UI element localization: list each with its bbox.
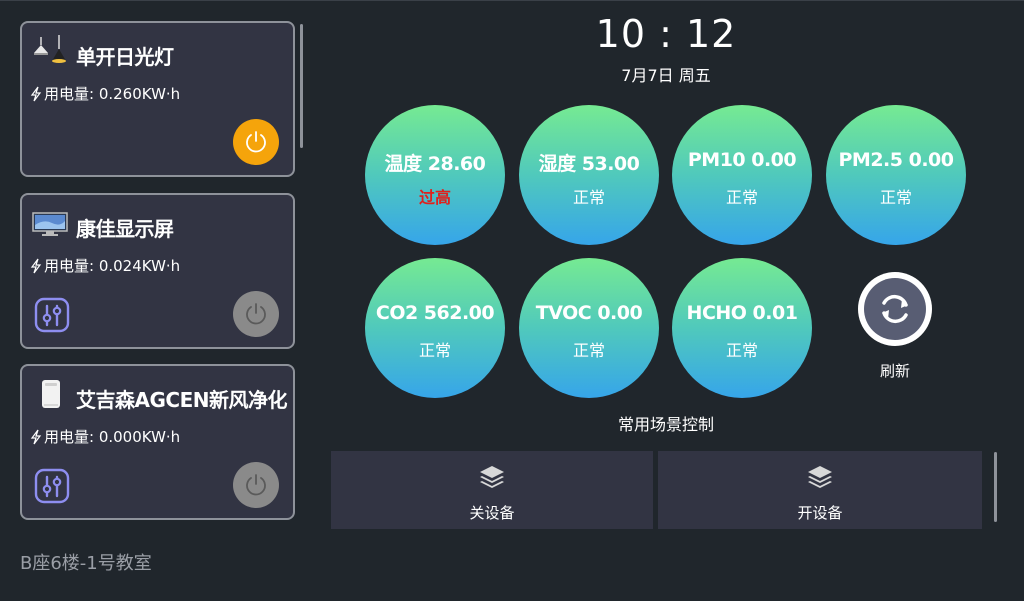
power-icon (246, 303, 266, 325)
sensor-label: PM2.5 0.00 (838, 149, 954, 171)
sensor-label: TVOC 0.00 (535, 302, 643, 324)
device-card-light[interactable]: 单开日光灯 用电量: 0.260KW·h (20, 21, 295, 177)
sensor-status: 正常 (572, 341, 605, 360)
layers-icon (480, 466, 504, 488)
power-icon (246, 131, 266, 153)
power-toggle-button[interactable] (233, 462, 279, 508)
power-usage-value: 用电量: 0.260KW·h (44, 85, 181, 103)
sensor-co2: CO2 562.00 正常 (365, 258, 505, 398)
scene-control-title: 常用场景控制 (617, 415, 714, 434)
scene-button-on-devices[interactable]: 开设备 (658, 451, 982, 529)
sensor-status: 过高 (418, 188, 451, 207)
device-name: 艾吉森AGCEN新风净化 (76, 388, 287, 412)
sensor-label: HCHO 0.01 (686, 302, 798, 324)
device-card-monitor[interactable]: 康佳显示屏 用电量: 0.024KW·h (20, 193, 295, 349)
device-list-scrollbar[interactable] (300, 24, 303, 148)
scene-button-label: 关设备 (469, 504, 515, 522)
device-name: 单开日光灯 (76, 45, 174, 69)
power-usage-value: 用电量: 0.024KW·h (44, 257, 181, 275)
power-usage: 用电量: 0.260KW·h (30, 83, 180, 104)
sensor-label: CO2 562.00 (375, 302, 495, 324)
monitor-icon (32, 212, 68, 236)
sensor-pm10: PM10 0.00 正常 (672, 105, 812, 245)
scene-button-label: 开设备 (797, 504, 843, 522)
clock-date: 7月7日 周五 (621, 66, 711, 85)
power-toggle-button[interactable] (233, 119, 279, 165)
sensor-status: 正常 (725, 341, 758, 360)
sensor-humidity: 湿度 53.00 正常 (519, 105, 659, 245)
sensor-hcho: HCHO 0.01 正常 (672, 258, 812, 398)
bolt-icon (30, 429, 42, 445)
location-label: B座6楼-1号教室 (20, 553, 152, 574)
sensor-label: 温度 28.60 (384, 153, 486, 175)
sensor-pm25: PM2.5 0.00 正常 (826, 105, 966, 245)
power-usage-value: 用电量: 0.000KW·h (44, 428, 181, 446)
layers-icon (808, 466, 832, 488)
bolt-icon (30, 86, 42, 102)
power-icon (246, 474, 266, 496)
power-toggle-button[interactable] (233, 291, 279, 337)
refresh-label: 刷新 (879, 362, 910, 380)
sensor-label: PM10 0.00 (687, 149, 797, 171)
bolt-icon (30, 258, 42, 274)
top-border (0, 0, 1024, 1)
device-card-air-purifier[interactable]: 艾吉森AGCEN新风净化 用电量: 0.000KW·h (20, 364, 295, 520)
sensor-tvoc: TVOC 0.00 正常 (519, 258, 659, 398)
power-usage: 用电量: 0.024KW·h (30, 255, 180, 276)
air-purifier-icon (42, 380, 60, 408)
device-name: 康佳显示屏 (76, 217, 174, 241)
refresh-button[interactable] (858, 272, 932, 346)
sensor-label: 湿度 53.00 (538, 153, 640, 175)
ceiling-lamp-icon (34, 35, 66, 63)
sensor-temperature: 温度 28.60 过高 (365, 105, 505, 245)
sensor-status: 正常 (879, 188, 912, 207)
settings-sliders-icon[interactable] (34, 297, 70, 333)
power-usage: 用电量: 0.000KW·h (30, 426, 180, 447)
scene-button-off-devices[interactable]: 关设备 (331, 451, 653, 529)
sensor-status: 正常 (572, 188, 605, 207)
scene-list-scrollbar[interactable] (994, 452, 997, 522)
refresh-icon (882, 294, 908, 324)
sensor-status: 正常 (418, 341, 451, 360)
settings-sliders-icon[interactable] (34, 468, 70, 504)
sensor-status: 正常 (725, 188, 758, 207)
clock-time: 10 : 12 (595, 12, 737, 56)
